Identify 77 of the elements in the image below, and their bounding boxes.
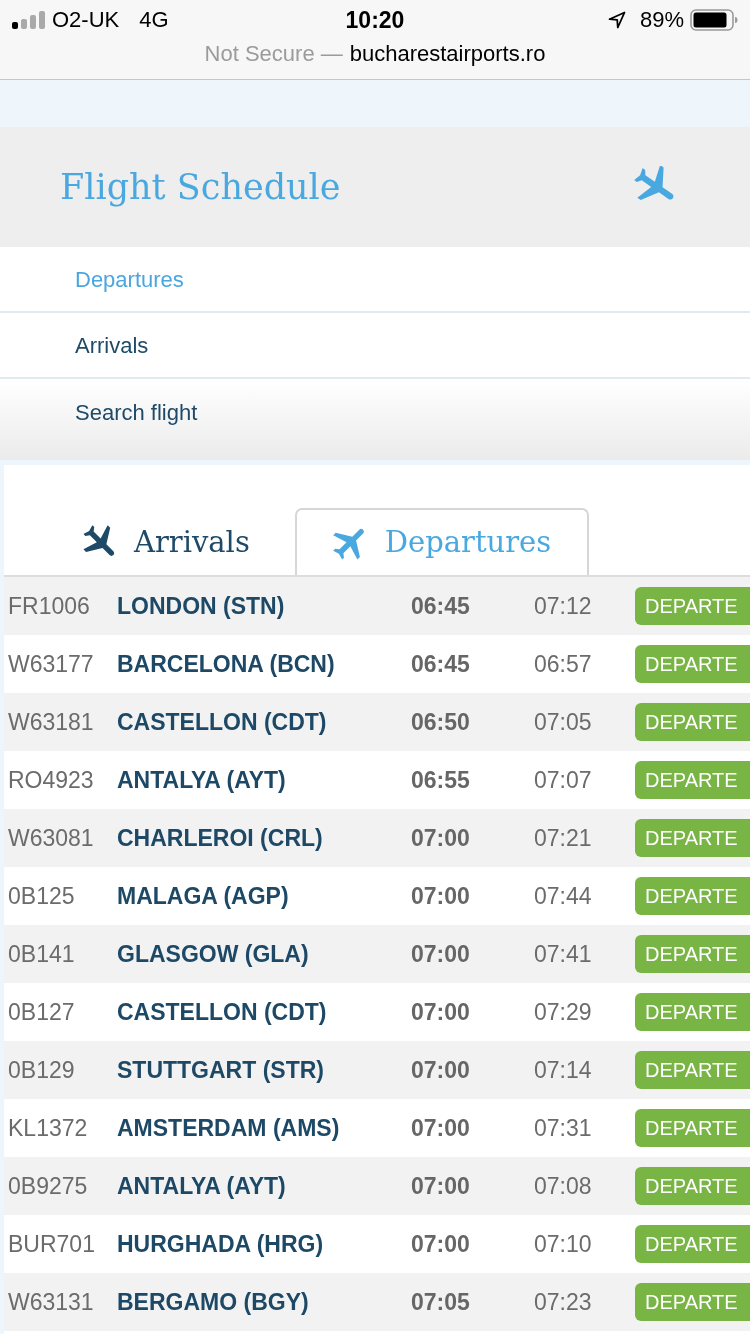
scheduled-time: 07:00 [411,939,470,969]
destination-name: BARCELONA (BCN) [117,649,335,679]
actual-time: 07:21 [534,823,592,853]
scheduled-time: 07:00 [411,823,470,853]
scheduled-time: 06:50 [411,707,470,737]
battery-percent: 89% [639,6,684,35]
scheduled-time: 06:45 [411,591,470,621]
actual-time: 06:57 [534,649,592,679]
flight-number: BUR701 [8,1229,95,1259]
scheduled-time: 07:00 [411,1229,470,1259]
destination-name: MALAGA (AGP) [117,881,289,911]
flight-number: 0B127 [8,997,75,1027]
status-badge: DEPARTE [635,587,750,625]
network-type: 4G [139,6,169,35]
actual-time: 07:29 [534,997,592,1027]
battery-icon [690,8,738,31]
destination-name: GLASGOW (GLA) [117,939,309,969]
destination-name: CASTELLON (CDT) [117,997,327,1027]
flight-number: 0B9275 [8,1171,88,1201]
status-badge: DEPARTE [635,935,750,973]
destination-name: LONDON (STN) [117,591,285,621]
destination-name: ANTALYA (AYT) [117,1171,286,1201]
address-bar[interactable]: Not Secure — bucharestairports.ro [204,39,546,68]
status-badge: DEPARTE [635,703,750,741]
status-badge: DEPARTE [635,1167,750,1205]
destination-name: CASTELLON (CDT) [117,707,327,737]
location-arrow-icon [607,10,626,29]
actual-time: 07:12 [534,591,592,621]
actual-time: 07:23 [534,1287,592,1317]
actual-time: 07:14 [534,1055,592,1085]
status-badge: DEPARTE [635,993,750,1031]
carrier-name: O2-UK [52,6,120,35]
actual-time: 07:05 [534,707,592,737]
status-badge: DEPARTE [635,1225,750,1263]
scheduled-time: 07:00 [411,881,470,911]
status-badge: DEPARTE [635,1051,750,1089]
actual-time: 07:31 [534,1113,592,1143]
actual-time: 07:08 [534,1171,592,1201]
destination-name: BERGAMO (BGY) [117,1287,309,1317]
flight-number: W63131 [8,1287,94,1317]
scheduled-time: 06:55 [411,765,470,795]
scheduled-time: 06:45 [411,649,470,679]
flight-number: 0B129 [8,1055,75,1085]
flight-number: 0B141 [8,939,75,969]
status-badge: DEPARTE [635,819,750,857]
status-badge: DEPARTE [635,877,750,915]
flight-number: RO4923 [8,765,94,795]
flight-number: W63081 [8,823,94,853]
signal-icon [12,10,45,29]
destination-name: AMSTERDAM (AMS) [117,1113,340,1143]
actual-time: 07:07 [534,765,592,795]
scheduled-time: 07:00 [411,997,470,1027]
page-title: Flight Schedule [60,169,341,205]
menu-item[interactable]: Search flight [0,379,750,445]
actual-time: 07:41 [534,939,592,969]
actual-time: 07:10 [534,1229,592,1259]
flight-number: FR1006 [8,591,90,621]
actual-time: 07:44 [534,881,592,911]
scheduled-time: 07:00 [411,1171,470,1201]
menu-item[interactable]: Arrivals [0,313,750,379]
status-badge: DEPARTE [635,645,750,683]
status-badge: DEPARTE [635,1109,750,1147]
flight-number: W63177 [8,649,94,679]
destination-name: ANTALYA (AYT) [117,765,286,795]
status-badge: DEPARTE [635,761,750,799]
destination-name: STUTTGART (STR) [117,1055,324,1085]
flight-number: 0B125 [8,881,75,911]
flight-number: W63181 [8,707,94,737]
destination-name: CHARLEROI (CRL) [117,823,323,853]
destination-name: HURGHADA (HRG) [117,1229,324,1259]
scheduled-time: 07:00 [411,1113,470,1143]
scheduled-time: 07:05 [411,1287,470,1317]
status-badge: DEPARTE [635,1283,750,1321]
flight-number: KL1372 [8,1113,88,1143]
flight-tab[interactable]: Arrivals [44,508,288,575]
clock-time: 10:20 [345,5,405,35]
scheduled-time: 07:00 [411,1055,470,1085]
